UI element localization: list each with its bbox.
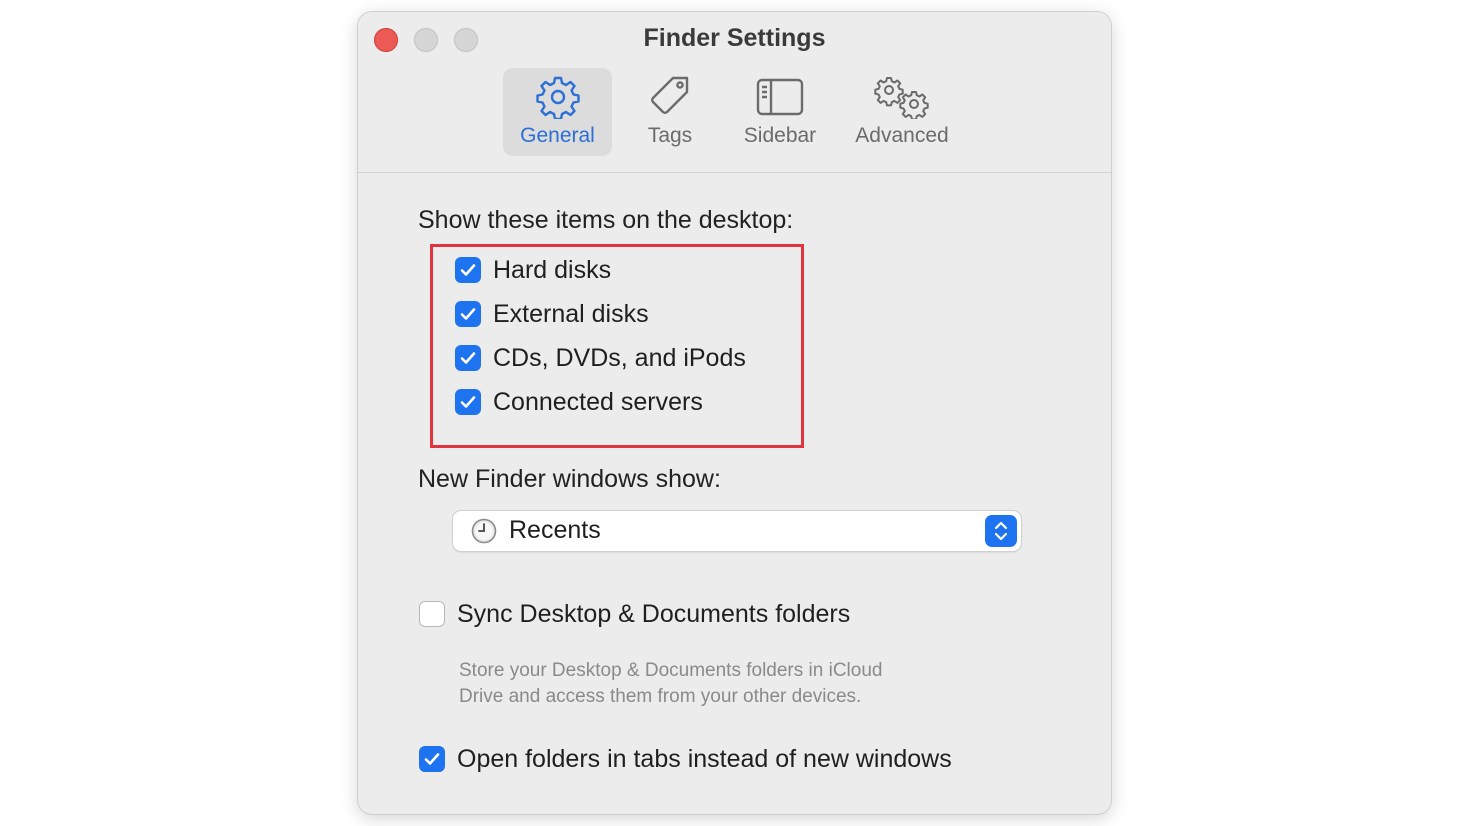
checkmark-icon[interactable] xyxy=(455,257,481,283)
checkbox-label: Hard disks xyxy=(493,255,612,284)
checkbox-label: Open folders in tabs instead of new wind… xyxy=(457,744,952,773)
checkbox-label: Connected servers xyxy=(493,387,703,416)
clock-icon xyxy=(471,518,497,544)
tab-advanced-label: Advanced xyxy=(855,124,949,147)
finder-settings-window: Finder Settings General Tags Sidebar Adv… xyxy=(358,12,1111,814)
sync-description-line: Store your Desktop & Documents folders i… xyxy=(459,660,883,681)
tag-icon xyxy=(620,74,720,120)
checkbox-sync-desktop-documents[interactable]: Sync Desktop & Documents folders xyxy=(419,598,850,630)
gear-icon xyxy=(503,74,612,120)
sync-description-line: Drive and access them from your other de… xyxy=(459,686,862,707)
new-windows-heading: New Finder windows show: xyxy=(418,465,721,493)
desktop-items-heading: Show these items on the desktop: xyxy=(418,206,794,234)
toolbar: Finder Settings General Tags Sidebar Adv… xyxy=(358,12,1111,173)
checkbox-external-disks[interactable]: External disks xyxy=(455,298,649,330)
checkbox-label: Sync Desktop & Documents folders xyxy=(457,599,851,628)
checkbox-open-folders-in-tabs[interactable]: Open folders in tabs instead of new wind… xyxy=(419,743,952,775)
new-windows-popup[interactable]: Recents xyxy=(453,511,1021,551)
sync-description: Store your Desktop & Documents folders i… xyxy=(459,658,882,710)
sidebar-icon xyxy=(730,74,830,120)
checkbox-empty-icon[interactable] xyxy=(419,601,445,627)
tab-sidebar-label: Sidebar xyxy=(743,124,817,147)
checkbox-label: CDs, DVDs, and iPods xyxy=(493,343,746,372)
tab-general[interactable]: General xyxy=(503,68,612,156)
checkmark-icon[interactable] xyxy=(455,389,481,415)
popup-selected-value: Recents xyxy=(509,516,601,544)
chevron-up-down-icon[interactable] xyxy=(985,515,1017,547)
checkbox-connected-servers[interactable]: Connected servers xyxy=(455,386,703,418)
checkmark-icon[interactable] xyxy=(455,301,481,327)
gears-icon xyxy=(842,74,962,120)
checkmark-icon[interactable] xyxy=(419,746,445,772)
checkbox-label: External disks xyxy=(493,299,649,328)
window-title: Finder Settings xyxy=(643,24,826,52)
tab-advanced[interactable]: Advanced xyxy=(842,68,962,156)
tab-sidebar[interactable]: Sidebar xyxy=(730,68,830,156)
checkmark-icon[interactable] xyxy=(455,345,481,371)
checkbox-cds-dvds-ipods[interactable]: CDs, DVDs, and iPods xyxy=(455,342,746,374)
tab-tags-label: Tags xyxy=(647,124,693,147)
tab-general-label: General xyxy=(520,124,595,147)
tab-tags[interactable]: Tags xyxy=(620,68,720,156)
checkbox-hard-disks[interactable]: Hard disks xyxy=(455,254,611,286)
